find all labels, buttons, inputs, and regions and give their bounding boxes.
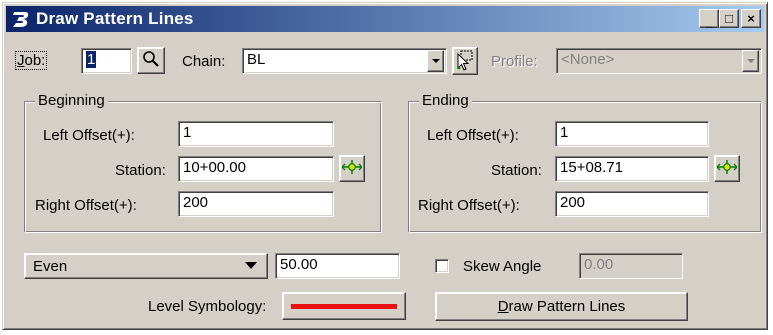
chain-select[interactable]: BL	[242, 48, 447, 74]
beginning-station-label: Station:	[115, 162, 166, 179]
job-input[interactable]: 1	[81, 48, 132, 74]
chain-label: Chain:	[182, 53, 226, 70]
level-symbology-button[interactable]	[282, 292, 406, 320]
mode-value: Even	[33, 257, 68, 275]
level-symbology-label: Level Symbology:	[148, 298, 267, 315]
skew-angle-label: Skew Angle	[463, 258, 542, 275]
close-icon: ×	[747, 11, 755, 26]
beginning-title: Beginning	[35, 92, 108, 109]
beginning-right-offset-label: Right Offset(+):	[35, 197, 137, 214]
mode-select[interactable]: Even	[24, 253, 268, 279]
window-title: Draw Pattern Lines	[36, 9, 194, 28]
job-label: Job:	[15, 51, 48, 70]
pick-chain-button[interactable]	[452, 47, 478, 75]
beginning-left-offset-label: Left Offset(+):	[43, 127, 135, 144]
chevron-down-icon	[746, 59, 755, 63]
ending-station-locate-button[interactable]	[714, 155, 740, 182]
level-symbology-swatch	[291, 303, 397, 309]
ending-station-label: Station:	[491, 162, 542, 179]
draw-pattern-lines-button[interactable]: Draw Pattern Lines	[435, 292, 688, 321]
skew-angle-input: 0.00	[579, 253, 683, 279]
ending-left-offset-input[interactable]: 1	[555, 121, 709, 147]
beginning-right-offset-input[interactable]: 200	[178, 191, 334, 217]
minimize-icon: _	[705, 14, 713, 29]
ending-right-offset-label: Right Offset(+):	[418, 197, 520, 214]
magnifier-icon	[142, 50, 160, 71]
beginning-station-locate-button[interactable]	[339, 155, 365, 182]
profile-label: Profile:	[491, 53, 538, 70]
minimize-button[interactable]: _	[699, 9, 719, 28]
target-crosshair-icon	[716, 160, 738, 177]
beginning-left-offset-input[interactable]: 1	[178, 121, 334, 147]
cursor-pick-icon	[455, 49, 475, 74]
ending-right-offset-input[interactable]: 200	[555, 191, 709, 217]
bentley-b-icon	[10, 8, 32, 30]
beginning-station-input[interactable]: 10+00.00	[178, 156, 334, 182]
draw-pattern-lines-dialog: Draw Pattern Lines _ □ × Job: 1 Chain: B…	[2, 2, 768, 330]
close-button[interactable]: ×	[741, 9, 761, 28]
ending-left-offset-label: Left Offset(+):	[427, 127, 519, 144]
chevron-down-icon	[431, 59, 440, 63]
ending-station-input[interactable]: 15+08.71	[555, 156, 709, 182]
skew-angle-checkbox[interactable]	[435, 259, 449, 273]
maximize-icon: □	[725, 11, 733, 26]
ending-title: Ending	[419, 92, 472, 109]
job-search-button[interactable]	[137, 47, 165, 74]
maximize-button[interactable]: □	[719, 9, 739, 28]
profile-select: <None>	[556, 48, 762, 74]
title-bar[interactable]: Draw Pattern Lines _ □ ×	[6, 6, 764, 32]
chevron-down-icon	[245, 262, 257, 269]
chain-dropdown-button[interactable]	[427, 50, 444, 72]
profile-dropdown-button	[742, 50, 759, 72]
interval-input[interactable]: 50.00	[275, 253, 400, 279]
target-crosshair-icon	[341, 160, 363, 177]
